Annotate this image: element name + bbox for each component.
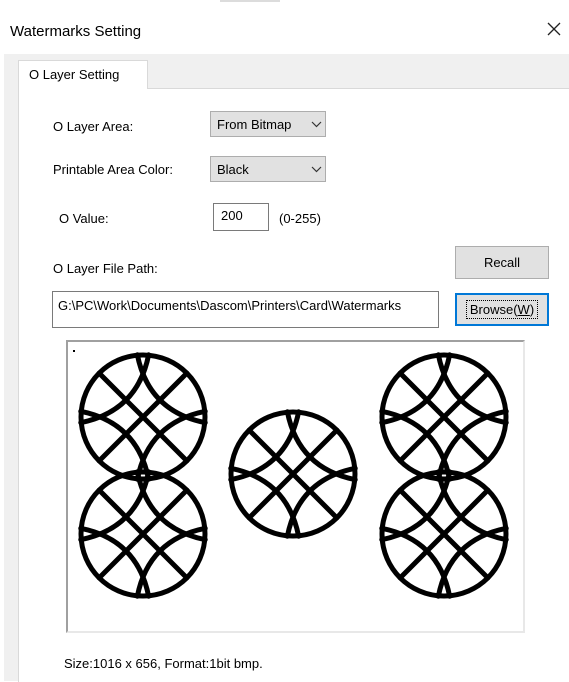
globe-icon — [78, 469, 208, 599]
globe-icon — [379, 469, 509, 599]
bitmap-size-info: Size:1016 x 656, Format:1bit bmp. — [64, 656, 263, 671]
o-value-range: (0-255) — [279, 211, 321, 226]
o-layer-file-path-label: O Layer File Path: — [53, 261, 158, 276]
o-layer-area-label: O Layer Area: — [53, 119, 134, 134]
o-layer-area-value: From Bitmap — [217, 116, 292, 132]
watermark-bitmap — [73, 350, 509, 599]
close-icon — [547, 22, 561, 36]
preview-marker-dot — [73, 350, 75, 352]
recall-button[interactable]: Recall — [455, 246, 549, 279]
tab-label: O Layer Setting — [29, 67, 120, 82]
o-layer-file-path-field[interactable]: G:\PC\Work\Documents\Dascom\Printers\Car… — [52, 291, 439, 328]
chevron-down-icon — [307, 166, 325, 173]
o-value-label: O Value: — [59, 211, 109, 226]
o-layer-area-select[interactable]: From Bitmap — [210, 111, 326, 137]
globe-icon — [228, 409, 358, 539]
globe-icon — [78, 352, 208, 482]
window-title: Watermarks Setting — [10, 23, 142, 40]
browse-button-label: Browse(W) — [465, 300, 539, 319]
printable-area-color-value: Black — [217, 161, 249, 177]
printable-area-color-select[interactable]: Black — [210, 156, 326, 182]
watermark-preview — [66, 340, 525, 633]
printable-area-color-label: Printable Area Color: — [53, 162, 173, 177]
o-value-field[interactable]: 200 — [213, 203, 269, 231]
browse-button[interactable]: Browse(W) — [455, 293, 549, 326]
chevron-down-icon — [307, 121, 325, 128]
background-window-strip — [0, 0, 569, 8]
close-button[interactable] — [540, 14, 568, 44]
